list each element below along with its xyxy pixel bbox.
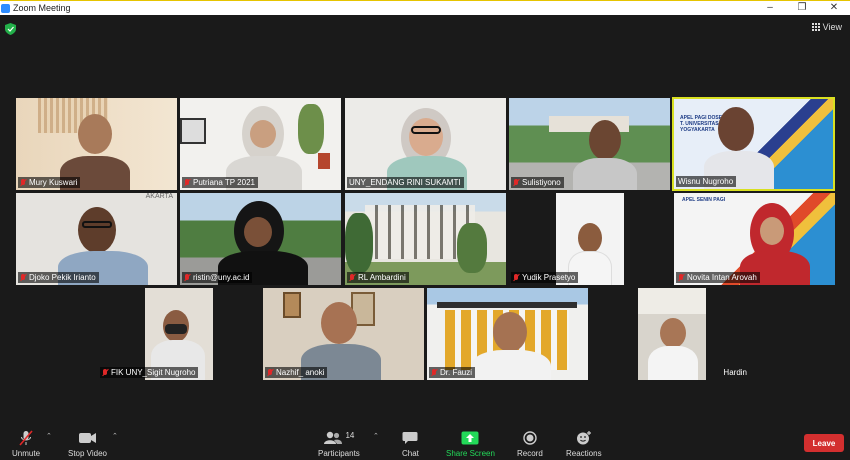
unmute-label: Unmute [12, 449, 41, 458]
participant-tile[interactable]: RL Ambardini [345, 193, 506, 285]
participant-name-tag: Hardin [721, 367, 750, 378]
participant-name-tag: Nazhif_ anoki [265, 367, 328, 378]
participant-tile[interactable]: Nazhif_ anoki [263, 288, 424, 380]
participant-name-tag: Wisnu Nugroho [676, 176, 737, 187]
muted-mic-icon [267, 368, 273, 377]
view-label: View [822, 22, 842, 32]
participant-tile[interactable]: ristin@uny.ac.id [180, 193, 341, 285]
participant-tile[interactable]: FIK UNY_Sigit Nugroho [98, 288, 259, 380]
zoom-app-icon [1, 3, 10, 13]
banner-text: AKARTA [145, 193, 173, 200]
muted-mic-icon [184, 178, 190, 187]
participant-name-tag: Yudik Prasetyo [511, 272, 579, 283]
reactions-button[interactable]: Reactions [566, 430, 602, 458]
participant-tile[interactable]: Putriana TP 2021 [180, 98, 341, 190]
participant-name-tag: Novita Intan Arovah [676, 272, 760, 283]
unmute-button[interactable]: Unmute [12, 430, 40, 458]
participant-tile[interactable]: APEL SENIN PAGI Novita Intan Arovah [674, 193, 835, 285]
share-screen-icon [461, 430, 479, 446]
participants-icon: 14 [323, 430, 354, 446]
participant-name-tag: ristin@uny.ac.id [182, 272, 253, 283]
participant-name: Novita Intan Arovah [687, 273, 757, 282]
participant-name: Dr. Fauzi [440, 368, 473, 377]
stop-video-button[interactable]: Stop Video [68, 430, 107, 458]
share-screen-button[interactable]: Share Screen [446, 430, 495, 458]
video-options-chevron-icon[interactable]: ⌃ [112, 432, 118, 440]
participant-tile[interactable]: Sulistiyono [509, 98, 670, 190]
share-screen-label: Share Screen [446, 449, 495, 458]
view-button[interactable]: View [811, 22, 842, 32]
participant-name: Wisnu Nugroho [678, 177, 734, 186]
video-feed [638, 288, 706, 380]
muted-mic-icon [349, 273, 355, 282]
participant-tile[interactable]: Dr. Fauzi [427, 288, 588, 380]
participant-name-tag: Dr. Fauzi [429, 367, 476, 378]
participants-button[interactable]: 14 Participants [318, 430, 360, 459]
video-camera-icon [78, 430, 97, 446]
window-titlebar: Zoom Meeting – ❐ ✕ [0, 0, 850, 15]
muted-mic-icon [431, 368, 437, 377]
video-gallery: View Mury Kuswari Putriana TP 2021 UNY_E… [0, 15, 850, 420]
minimize-button[interactable]: – [754, 1, 786, 15]
record-label: Record [517, 449, 543, 458]
meeting-controls-toolbar: Unmute ⌃ Stop Video ⌃ 14 Participants ⌃ … [0, 420, 850, 460]
participant-name-tag: Mury Kuswari [18, 177, 81, 188]
participant-name-tag: Putriana TP 2021 [182, 177, 258, 188]
chat-bubble-icon [402, 430, 418, 446]
audio-options-chevron-icon[interactable]: ⌃ [46, 432, 52, 440]
participant-name: Djoko Pekik Irianto [29, 273, 96, 282]
muted-mic-icon [678, 273, 684, 282]
reactions-smiley-icon [576, 430, 592, 446]
participant-tile[interactable]: Hardin [591, 288, 752, 380]
participant-tile[interactable]: AKARTA Djoko Pekik Irianto [16, 193, 177, 285]
participant-name: ristin@uny.ac.id [193, 273, 250, 282]
muted-microphone-icon [19, 430, 33, 446]
participant-name: Mury Kuswari [29, 178, 78, 187]
participant-name: Sulistiyono [522, 178, 561, 187]
participant-name: Putriana TP 2021 [193, 178, 255, 187]
record-button[interactable]: Record [517, 430, 543, 458]
muted-mic-icon [20, 273, 26, 282]
participant-name: Yudik Prasetyo [522, 273, 576, 282]
participant-name-tag: RL Ambardini [347, 272, 409, 283]
banner-text: APEL SENIN PAGI [682, 197, 726, 203]
participant-tile-active-speaker[interactable]: APEL PAGI DOSEN DAN T. UNIVERSITAS N YOG… [672, 97, 835, 191]
window-controls: – ❐ ✕ [754, 1, 850, 15]
stop-video-label: Stop Video [68, 449, 107, 458]
record-icon [523, 430, 537, 446]
participant-count-badge: 14 [345, 430, 355, 440]
participant-name: RL Ambardini [358, 273, 406, 282]
restore-button[interactable]: ❐ [786, 1, 818, 15]
participant-tile[interactable]: Mury Kuswari [16, 98, 177, 190]
participant-name-tag: UNY_ENDANG RINI SUKAMTI [347, 177, 464, 188]
participant-name: UNY_ENDANG RINI SUKAMTI [349, 178, 461, 187]
participant-tile[interactable]: UNY_ENDANG RINI SUKAMTI [345, 98, 506, 190]
participants-options-chevron-icon[interactable]: ⌃ [373, 432, 379, 440]
grid-icon [811, 23, 820, 31]
window-title: Zoom Meeting [13, 3, 71, 13]
participant-name: Hardin [723, 368, 747, 377]
muted-mic-icon [20, 178, 26, 187]
participant-name-tag: Djoko Pekik Irianto [18, 272, 99, 283]
participants-label: Participants [318, 449, 360, 458]
chat-label: Chat [402, 449, 419, 458]
leave-button[interactable]: Leave [804, 434, 844, 452]
muted-mic-icon [184, 273, 190, 282]
chat-button[interactable]: Chat [402, 430, 419, 458]
participant-name: FIK UNY_Sigit Nugroho [111, 368, 196, 377]
muted-mic-icon [513, 178, 519, 187]
close-button[interactable]: ✕ [818, 1, 850, 15]
participant-name-tag: Sulistiyono [511, 177, 564, 188]
participant-name: Nazhif_ anoki [276, 368, 325, 377]
reactions-label: Reactions [566, 449, 602, 458]
participant-name-tag: FIK UNY_Sigit Nugroho [100, 367, 199, 378]
muted-mic-icon [102, 368, 108, 377]
muted-mic-icon [513, 273, 519, 282]
encryption-shield-icon[interactable] [5, 23, 16, 35]
participant-tile[interactable]: Yudik Prasetyo [509, 193, 670, 285]
